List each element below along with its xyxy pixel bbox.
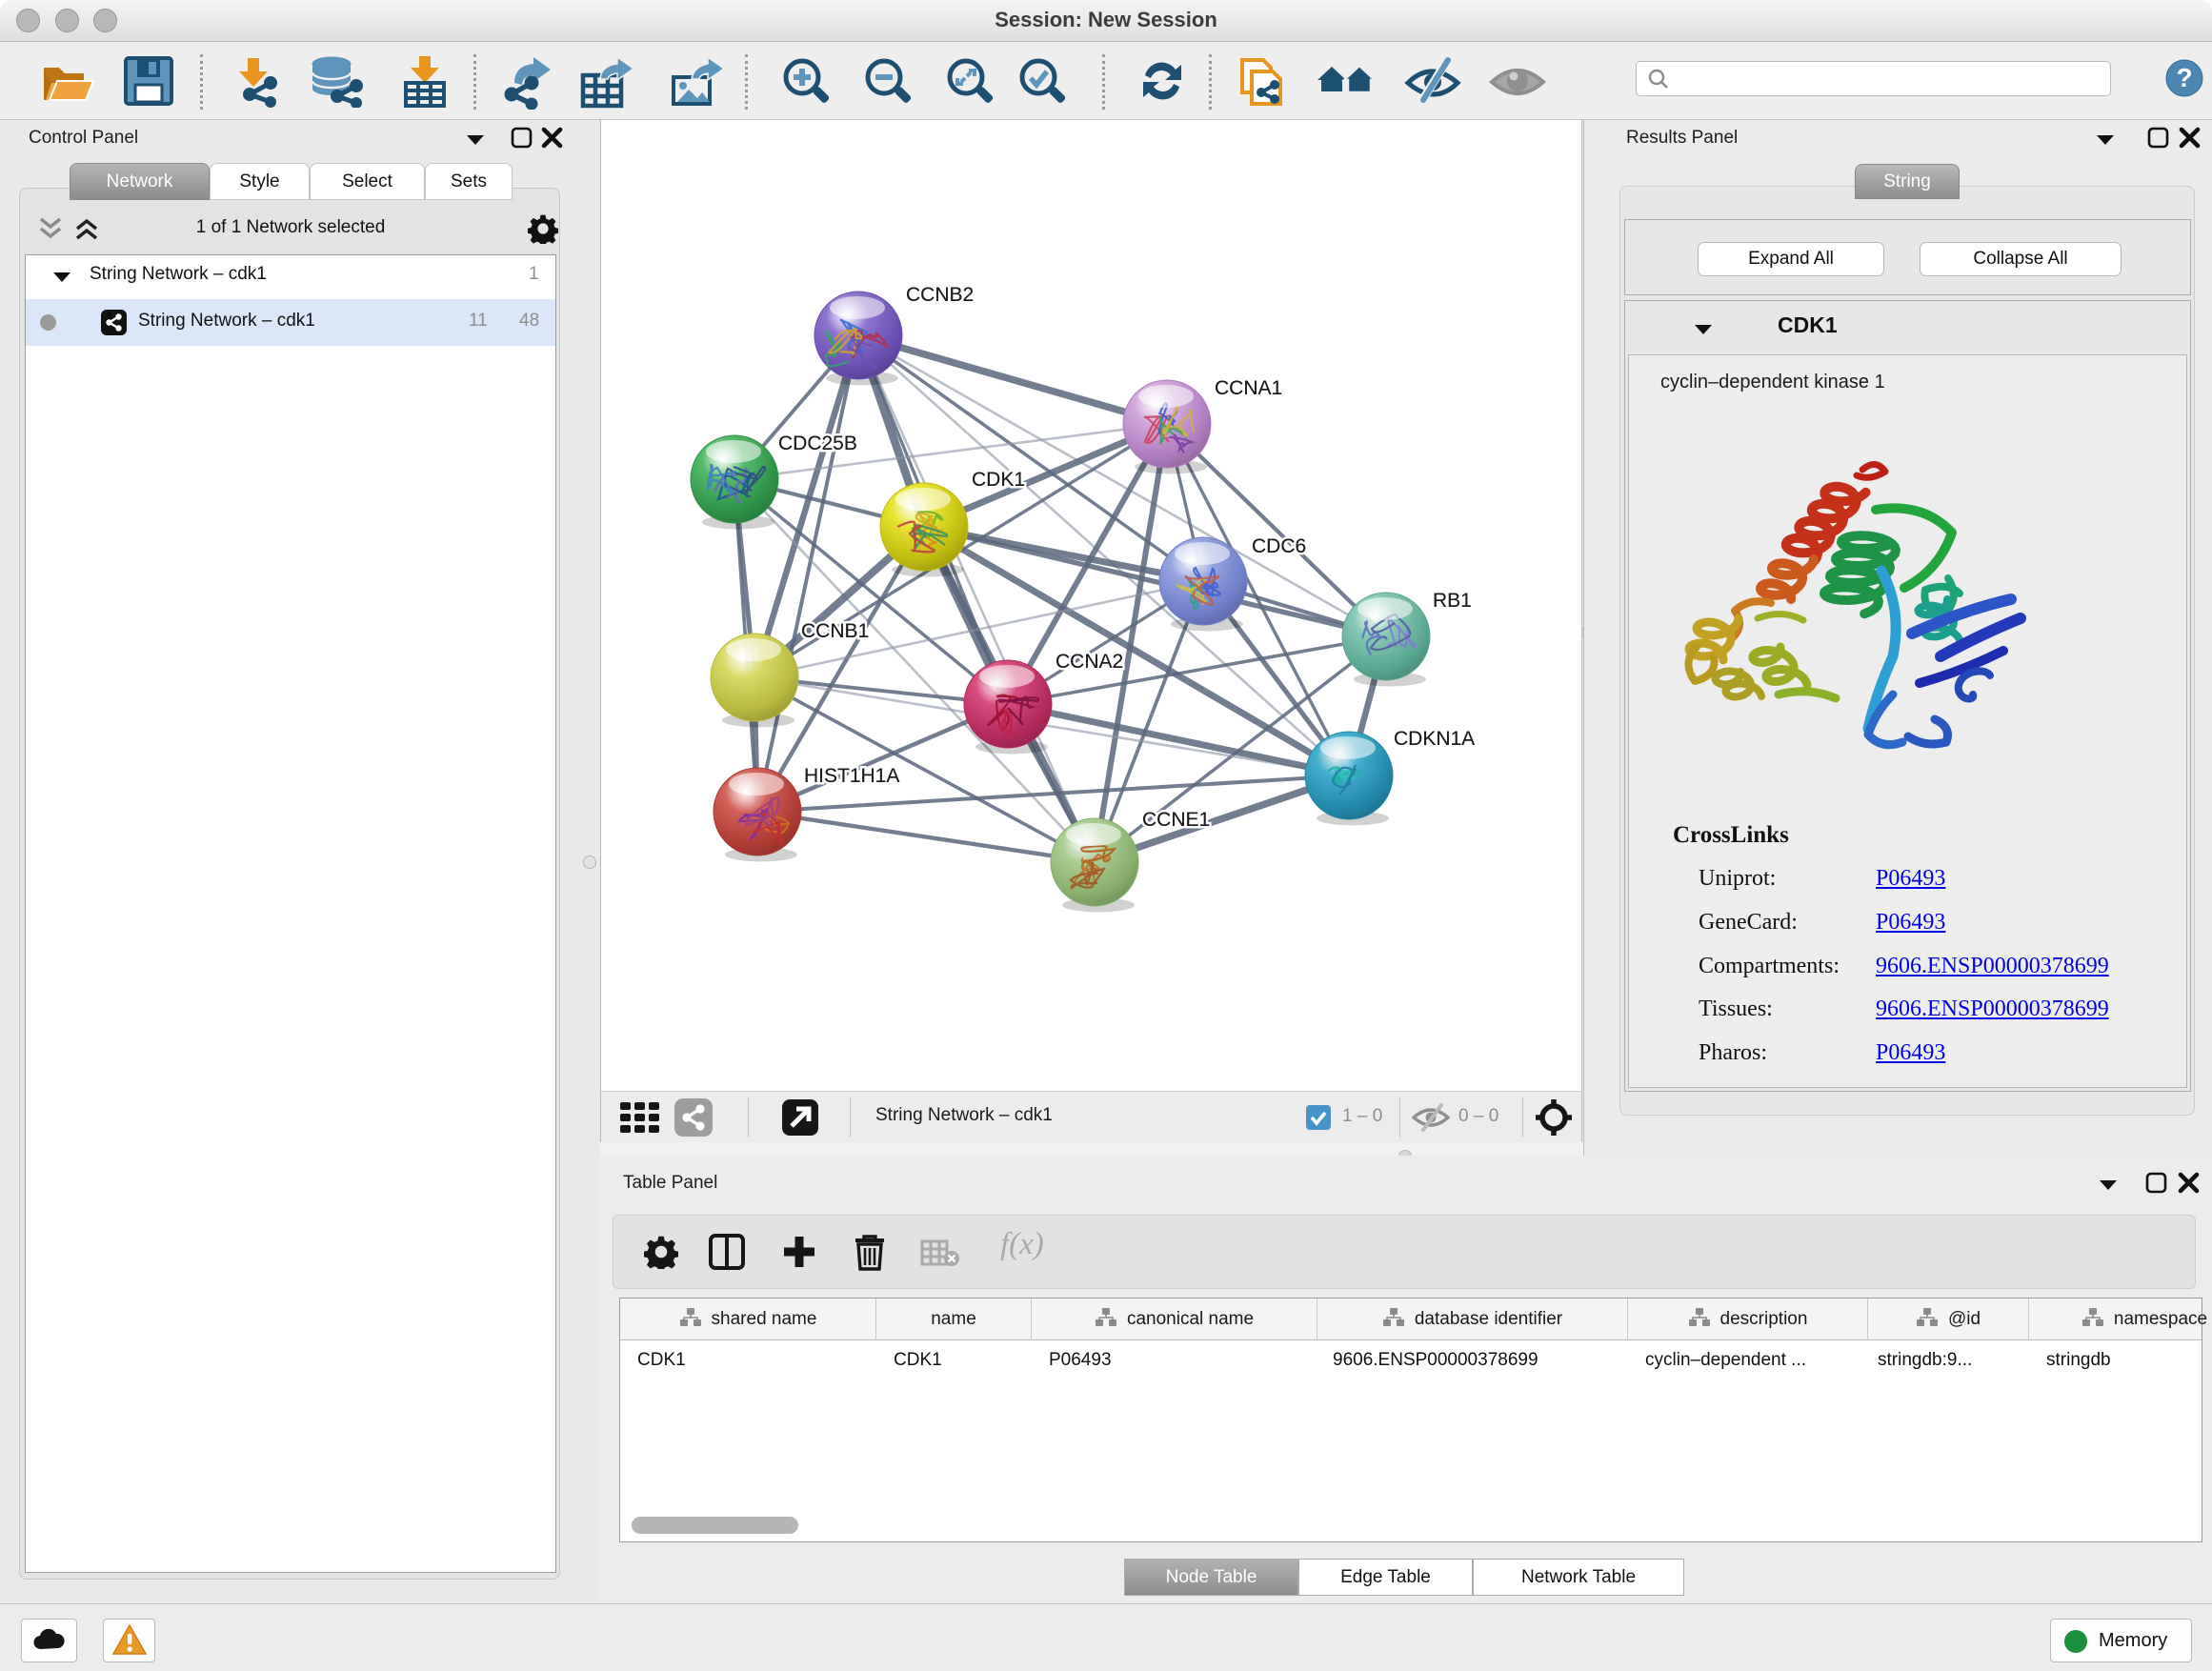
svg-text:CCNB2: CCNB2 [906, 284, 974, 306]
svg-text:CCNA2: CCNA2 [1056, 651, 1123, 673]
svg-text:CDC6: CDC6 [1252, 535, 1306, 557]
svg-text:CCNE1: CCNE1 [1142, 809, 1210, 831]
svg-text:CDK1: CDK1 [972, 469, 1025, 491]
svg-text:CCNB1: CCNB1 [801, 620, 869, 642]
svg-text:CDC25B: CDC25B [778, 433, 857, 454]
svg-text:?: ? [2176, 63, 2192, 92]
svg-text:CDKN1A: CDKN1A [1394, 728, 1475, 750]
svg-text:RB1: RB1 [1433, 590, 1472, 612]
svg-text:CCNA1: CCNA1 [1215, 377, 1282, 399]
svg-text:HIST1H1A: HIST1H1A [804, 765, 899, 787]
